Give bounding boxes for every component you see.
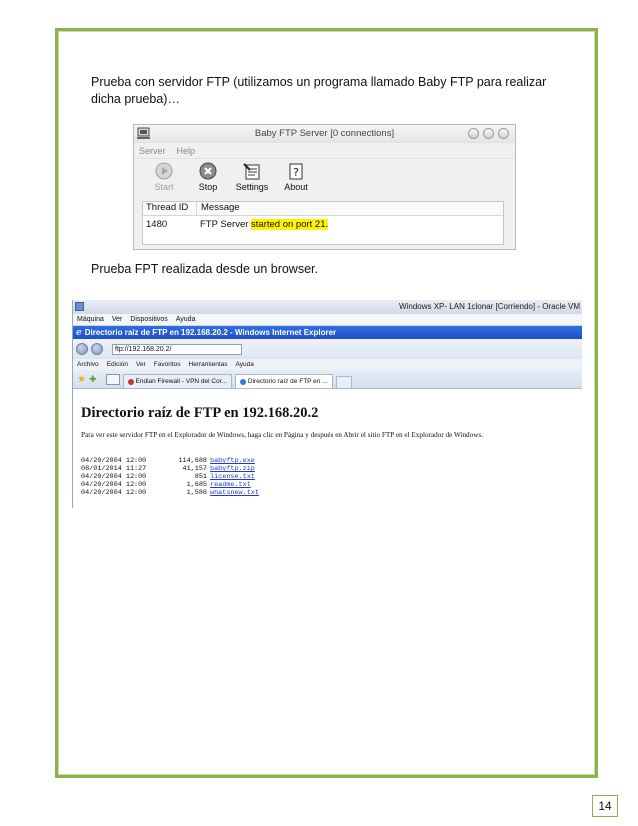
connections-table: Thread ID Message 1480 FTP Server starte… <box>142 201 504 245</box>
babyftp-menubar: Server Help <box>134 143 515 159</box>
ie-menu-tools[interactable]: Herramientas <box>189 361 228 368</box>
virtualbox-title: Windows XP- LAN 1clonar [Corriendo] - Or… <box>399 302 580 311</box>
minimize-button[interactable] <box>468 128 479 139</box>
ie-menu-edit[interactable]: Edición <box>107 361 128 368</box>
menu-server[interactable]: Server <box>139 146 166 156</box>
list-item: 04/20/2004 12:00 1,586 whatsnew.txt <box>81 489 259 497</box>
ie-menu-file[interactable]: Archivo <box>77 361 99 368</box>
list-item: 04/20/2004 12:00 114,688 babyftp.exe <box>81 457 255 465</box>
tab-ftp-directory[interactable]: Directorio raíz de FTP en ... <box>234 374 333 388</box>
svg-text:?: ? <box>293 166 299 179</box>
file-link[interactable]: readme.txt <box>210 481 251 489</box>
file-link[interactable]: license.txt <box>210 473 255 481</box>
address-text: ftp://192.168.20.2/ <box>115 345 172 353</box>
page-number: 14 <box>592 795 618 817</box>
vbox-menu-view[interactable]: Ver <box>112 316 123 323</box>
address-input[interactable]: ftp://192.168.20.2/ <box>112 343 242 355</box>
ie-menu-view[interactable]: Ver <box>136 361 146 368</box>
vbox-menu-help[interactable]: Ayuda <box>176 316 196 323</box>
start-button[interactable]: Start <box>146 159 182 205</box>
stop-icon <box>199 162 217 180</box>
maximize-button[interactable] <box>483 128 494 139</box>
virtualbox-titlebar: Windows XP- LAN 1clonar [Corriendo] - Or… <box>73 300 582 314</box>
new-tab-button[interactable] <box>335 376 352 388</box>
file-link[interactable]: whatsnew.txt <box>210 489 259 497</box>
ie-title: Directorio raíz de FTP en 192.168.20.2 -… <box>84 328 337 337</box>
about-label: About <box>284 182 308 192</box>
tab-endian-firewall[interactable]: Endian Firewall - VPN del Cor... <box>122 374 232 388</box>
ftp-instructions: Para ver este servidor FTP en el Explora… <box>81 431 484 439</box>
close-button[interactable] <box>498 128 509 139</box>
ie-window: Windows XP- LAN 1clonar [Corriendo] - Or… <box>72 300 582 508</box>
back-icon[interactable] <box>76 343 88 355</box>
ie-icon: e <box>76 327 82 338</box>
paragraph-intro: Prueba con servidor FTP (utilizamos un p… <box>91 75 547 106</box>
ftp-heading: Directorio raíz de FTP en 192.168.20.2 <box>81 405 319 421</box>
quick-tabs-icon[interactable] <box>105 374 120 385</box>
forward-icon[interactable] <box>91 343 103 355</box>
about-icon: ? <box>289 163 303 180</box>
column-message[interactable]: Message <box>197 202 240 215</box>
ie-tabbar: ★ ✚ Endian Firewall - VPN del Cor... Dir… <box>73 370 582 389</box>
ie-menu-favorites[interactable]: Favoritos <box>154 361 181 368</box>
file-listing: 04/20/2004 12:00 114,688 babyftp.exe 08/01… <box>81 457 582 497</box>
message-highlight: started on port 21. <box>251 218 329 230</box>
menu-help[interactable]: Help <box>177 146 196 156</box>
message-cell: FTP Server started on port 21. <box>199 218 329 230</box>
start-icon <box>155 162 173 180</box>
babyftp-title: Baby FTP Server [0 connections] <box>254 128 395 139</box>
stop-label: Stop <box>198 182 218 192</box>
file-link[interactable]: babyftp.zip <box>210 465 255 473</box>
file-link[interactable]: babyftp.exe <box>210 457 255 465</box>
vbox-menu-machine[interactable]: Máquina <box>77 316 104 323</box>
about-button[interactable]: ? About <box>278 159 314 205</box>
ftp-directory-page: Directorio raíz de FTP en 192.168.20.2 P… <box>73 389 582 497</box>
column-thread-id[interactable]: Thread ID <box>143 202 197 215</box>
babyftp-window: Baby FTP Server [0 connections] Server H… <box>133 124 516 250</box>
settings-label: Settings <box>235 182 269 192</box>
vbox-menu-devices[interactable]: Dispositivos <box>130 316 167 323</box>
start-label: Start <box>154 182 174 192</box>
stop-button[interactable]: Stop <box>190 159 226 205</box>
message-plain: FTP Server <box>200 218 252 230</box>
list-item: 08/01/2014 11:27 41,157 babyftp.zip <box>81 465 255 473</box>
ie-menubar: Archivo Edición Ver Favoritos Herramient… <box>73 359 582 370</box>
list-item: 04/20/2004 12:00 851 license.txt <box>81 473 255 481</box>
babyftp-toolbar: Start Stop Settings ? About <box>134 159 515 205</box>
babyftp-titlebar: Baby FTP Server [0 connections] <box>134 125 515 143</box>
virtualbox-menubar: Máquina Ver Dispositivos Ayuda <box>73 314 582 326</box>
settings-button[interactable]: Settings <box>234 159 270 205</box>
add-favorite-icon[interactable]: ✚ <box>89 374 97 385</box>
thread-id-cell: 1480 <box>146 218 168 230</box>
list-item: 04/20/2004 12:00 1,685 readme.txt <box>81 481 251 489</box>
paragraph-browser: Prueba FPT realizada desde un browser. <box>91 262 318 276</box>
table-row[interactable]: 1480 FTP Server started on port 21. <box>143 216 503 231</box>
settings-icon <box>243 163 260 180</box>
virtualbox-icon <box>75 302 84 311</box>
ie-menu-help[interactable]: Ayuda <box>236 361 254 368</box>
favorites-star-icon[interactable]: ★ <box>77 374 86 385</box>
ie-titlebar: e Directorio raíz de FTP en 192.168.20.2… <box>73 326 582 339</box>
ie-address-bar: ftp://192.168.20.2/ <box>73 339 582 359</box>
